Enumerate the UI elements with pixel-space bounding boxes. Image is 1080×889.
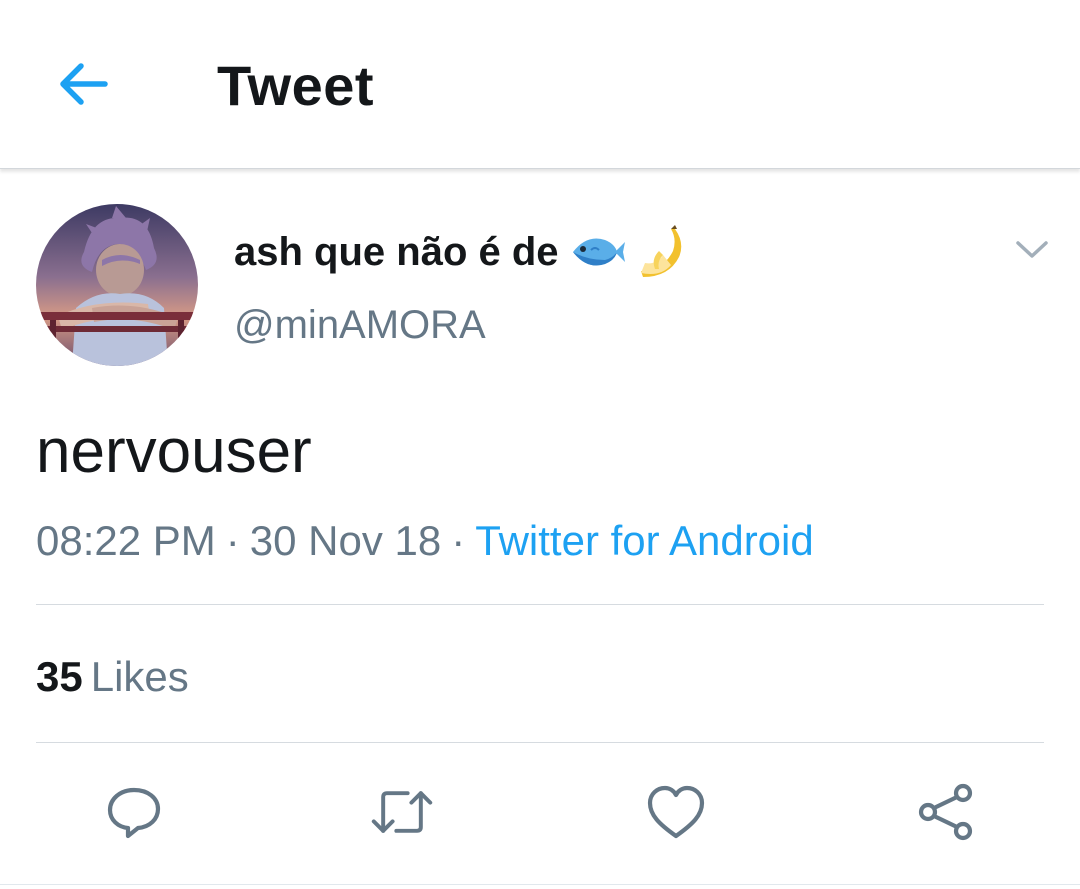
reply-icon	[107, 787, 161, 839]
top-app-bar: Tweet	[0, 0, 1080, 169]
fish-icon	[569, 230, 625, 274]
share-button[interactable]	[914, 780, 978, 844]
tweet-date: 30 Nov 18	[249, 517, 442, 564]
tweet-text: nervouser	[36, 417, 312, 486]
arrow-left-icon	[60, 63, 108, 105]
tweet-meta: 08:22 PM · 30 Nov 18 · Twitter for Android	[36, 514, 814, 568]
retweet-icon	[371, 791, 433, 833]
likes-label: Likes	[90, 653, 189, 700]
heart-icon	[647, 785, 705, 839]
username[interactable]: @minAMORA	[234, 300, 486, 350]
share-icon	[918, 783, 973, 841]
bottom-divider	[0, 884, 1080, 885]
page-title: Tweet	[217, 54, 375, 117]
avatar[interactable]	[36, 204, 198, 366]
like-button[interactable]	[644, 780, 708, 844]
display-name: ash que não é de	[234, 229, 559, 274]
tweet-time: 08:22 PM	[36, 517, 216, 564]
back-button[interactable]	[52, 58, 114, 110]
retweet-button[interactable]	[370, 780, 434, 844]
tweet-menu-button[interactable]	[1010, 232, 1054, 268]
reply-button[interactable]	[102, 780, 166, 844]
likes-count: 35	[36, 653, 83, 700]
chevron-down-icon	[1016, 241, 1048, 258]
author-name-row[interactable]: ash que não é de	[234, 222, 687, 282]
meta-separator: ·	[225, 517, 240, 564]
tweet-source-link[interactable]: Twitter for Android	[475, 517, 813, 564]
banana-icon	[635, 225, 687, 279]
likes-stat[interactable]: 35 Likes	[36, 650, 189, 704]
divider	[36, 742, 1044, 743]
divider	[36, 604, 1044, 605]
meta-separator: ·	[451, 517, 466, 564]
